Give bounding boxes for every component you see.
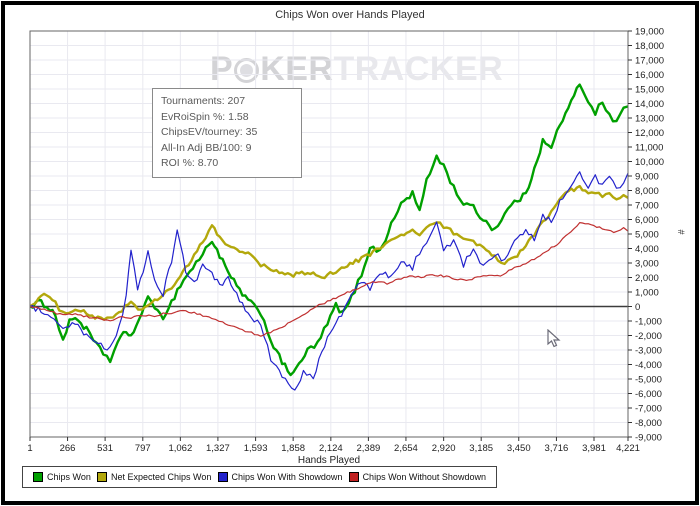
svg-text:12,000: 12,000 [635, 128, 664, 139]
legend-label: Net Expected Chips Won [111, 472, 212, 482]
svg-text:-4,000: -4,000 [635, 360, 662, 371]
stats-tooltip: Tournaments: 207 EvRoiSpin %: 1.58 Chips… [152, 88, 302, 178]
legend-item-net-expected: Net Expected Chips Won [97, 472, 211, 482]
legend-label: Chips Won Without Showdown [362, 472, 486, 482]
legend-item-chips-won: Chips Won [33, 472, 91, 482]
svg-text:-7,000: -7,000 [635, 404, 662, 415]
svg-text:3,000: 3,000 [635, 259, 659, 270]
svg-text:19,000: 19,000 [635, 27, 664, 38]
svg-text:13,000: 13,000 [635, 114, 664, 125]
svg-text:2,124: 2,124 [319, 443, 343, 454]
svg-text:2,000: 2,000 [635, 273, 659, 284]
svg-text:5,000: 5,000 [635, 230, 659, 241]
svg-text:4,000: 4,000 [635, 244, 659, 255]
legend-item-with-showdown: Chips Won With Showdown [217, 472, 343, 482]
svg-text:-8,000: -8,000 [635, 418, 662, 429]
svg-text:531: 531 [97, 443, 113, 454]
svg-text:4,221: 4,221 [616, 443, 640, 454]
svg-text:797: 797 [135, 443, 151, 454]
svg-text:2,654: 2,654 [394, 443, 418, 454]
svg-text:14,000: 14,000 [635, 99, 664, 110]
svg-text:16,000: 16,000 [635, 70, 664, 81]
stat-line-chipsev: ChipsEV/tourney: 35 [161, 126, 258, 138]
svg-text:17,000: 17,000 [635, 56, 664, 67]
svg-text:-1,000: -1,000 [635, 317, 662, 328]
svg-text:-2,000: -2,000 [635, 331, 662, 342]
svg-text:11,000: 11,000 [635, 143, 663, 154]
svg-text:1,000: 1,000 [635, 288, 659, 299]
legend: Chips Won Net Expected Chips Won Chips W… [22, 466, 497, 488]
stat-line-evroispin: EvRoiSpin %: 1.58 [161, 110, 249, 123]
svg-text:2,389: 2,389 [357, 443, 381, 454]
svg-text:9,000: 9,000 [635, 172, 659, 183]
svg-text:3,185: 3,185 [469, 443, 493, 454]
svg-text:7,000: 7,000 [635, 201, 659, 212]
chips-won-swatch-icon [33, 472, 43, 482]
svg-text:1,062: 1,062 [168, 443, 192, 454]
pokertracker-graph-window: Chips Won over Hands Played P KERTRACKER … [0, 0, 700, 506]
stat-line-allin-adj: All-In Adj BB/100: 9 [161, 141, 252, 154]
svg-text:8,000: 8,000 [635, 186, 659, 197]
svg-text:Hands Played: Hands Played [298, 455, 360, 466]
svg-text:2,920: 2,920 [432, 443, 456, 454]
svg-text:266: 266 [60, 443, 76, 454]
svg-text:18,000: 18,000 [635, 41, 664, 52]
legend-item-without-showdown: Chips Won Without Showdown [348, 472, 486, 482]
svg-text:3,981: 3,981 [582, 443, 606, 454]
svg-text:-5,000: -5,000 [635, 375, 662, 386]
svg-text:-3,000: -3,000 [635, 346, 662, 357]
svg-text:15,000: 15,000 [635, 85, 664, 96]
stat-line-roi: ROI %: 8.70 [161, 157, 219, 169]
svg-text:3,450: 3,450 [507, 443, 531, 454]
svg-text:1,327: 1,327 [206, 443, 230, 454]
svg-text:3,716: 3,716 [545, 443, 569, 454]
svg-text:10,000: 10,000 [635, 157, 664, 168]
svg-text:0: 0 [635, 302, 640, 313]
with-showdown-swatch-icon [217, 472, 228, 482]
svg-text:-9,000: -9,000 [635, 433, 662, 444]
svg-text:1,858: 1,858 [281, 443, 305, 454]
legend-label: Chips Won With Showdown [231, 472, 343, 482]
svg-text:1: 1 [27, 443, 32, 454]
svg-text:-6,000: -6,000 [635, 389, 662, 400]
stat-line-tournaments: Tournaments: 207 [161, 95, 246, 107]
legend-label: Chips Won [47, 472, 91, 482]
chips-won-line-chart[interactable]: -9,000 -8,000 -7,000 -6,000 -5,000 -4,000 -3,0… [0, 0, 700, 506]
svg-text:6,000: 6,000 [635, 215, 659, 226]
without-showdown-swatch-icon [348, 472, 359, 482]
svg-text:1,593: 1,593 [244, 443, 268, 454]
net-expected-swatch-icon [97, 472, 107, 482]
y-axis-unit-label: # [676, 229, 686, 234]
